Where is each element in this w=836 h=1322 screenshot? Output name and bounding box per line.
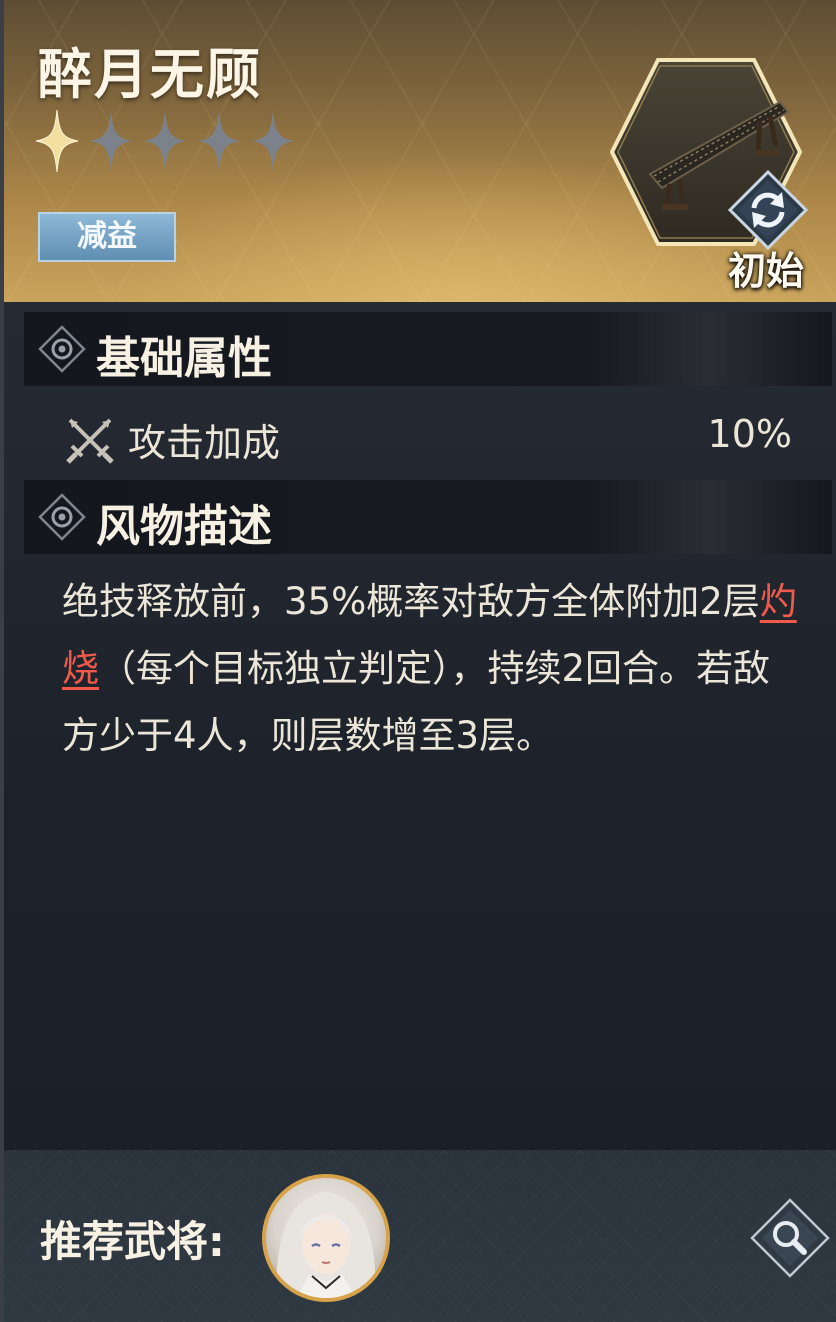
- attribute-label: 攻击加成: [128, 421, 281, 465]
- item-name: 醉月无顾: [38, 43, 262, 106]
- initial-state-label: 初始: [728, 249, 805, 293]
- refresh-icon[interactable]: [728, 170, 808, 250]
- debuff-tag: 减益: [38, 212, 176, 262]
- diamond-eye-icon: [38, 325, 86, 373]
- star-rating: [34, 108, 296, 174]
- star-empty-icon: [144, 110, 186, 172]
- recommend-footer: 推荐武将:: [4, 1150, 836, 1322]
- general-portrait: [276, 1192, 376, 1298]
- item-description: 绝技释放前，35%概率对敌方全体附加2层灼烧（每个目标独立判定），持续2回合。若…: [62, 568, 802, 769]
- section-header-description: 风物描述: [24, 480, 832, 554]
- magnifier-icon[interactable]: [750, 1198, 830, 1278]
- description-text: 绝技释放前，35%概率对敌方全体附加2层: [62, 580, 760, 623]
- attribute-row: 攻击加成 10%: [62, 412, 792, 465]
- diamond-eye-icon: [38, 493, 86, 541]
- star-filled-icon: [35, 109, 79, 173]
- star-empty-icon: [198, 110, 240, 172]
- section-header-basic: 基础属性: [24, 312, 832, 386]
- item-detail-panel: 醉月无顾 减益 初始 基础属性 攻击加成 10% 风物描述 绝技释放前，35%概…: [0, 0, 836, 1322]
- section-title: 风物描述: [96, 501, 272, 552]
- item-header: 醉月无顾 减益 初始: [4, 0, 836, 302]
- crossed-swords-icon: [66, 418, 114, 464]
- description-text: （每个目标独立判定），持续2回合。若敌方少于4人，则层数增至3层。: [62, 647, 771, 757]
- attribute-value: 10%: [707, 412, 792, 456]
- star-empty-icon: [252, 110, 294, 172]
- section-title: 基础属性: [96, 333, 272, 384]
- star-empty-icon: [90, 110, 132, 172]
- recommend-label: 推荐武将:: [40, 1217, 225, 1266]
- recommended-general-avatar[interactable]: [262, 1174, 390, 1302]
